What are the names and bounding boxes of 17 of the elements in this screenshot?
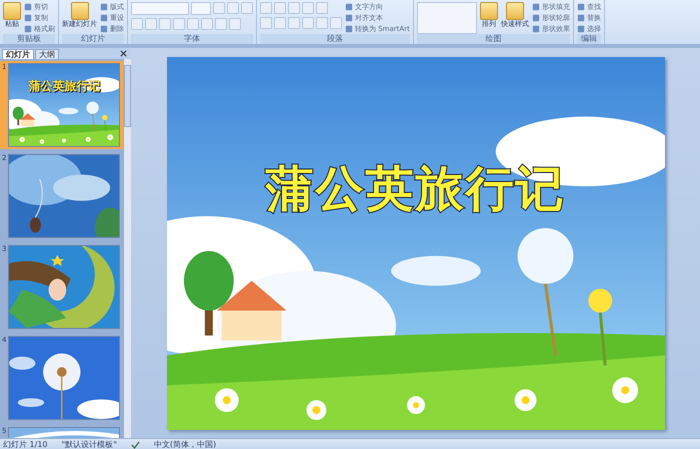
panel-tab[interactable]: 大纲	[35, 48, 59, 58]
font-size-field[interactable]	[191, 2, 211, 15]
language: 中文(简体，中国)	[154, 439, 216, 449]
group-label: 编辑	[576, 34, 601, 44]
group-label: 幻灯片	[62, 34, 124, 44]
shapes-gallery[interactable]	[416, 2, 477, 34]
scrollbar[interactable]	[123, 59, 131, 438]
group-label: 绘图	[416, 34, 570, 44]
slide-counter: 幻灯片 1/10	[3, 439, 48, 449]
spellcheck-icon[interactable]	[130, 440, 140, 448]
font-field[interactable]	[131, 2, 189, 15]
panel-tab[interactable]: 幻灯片	[2, 48, 34, 58]
group-label: 字体	[131, 34, 253, 44]
theme-name: "默认设计模板"	[62, 439, 117, 449]
close-icon[interactable]	[120, 50, 127, 57]
group-label: 剪贴板	[3, 34, 55, 44]
group-label: 段落	[260, 34, 410, 44]
